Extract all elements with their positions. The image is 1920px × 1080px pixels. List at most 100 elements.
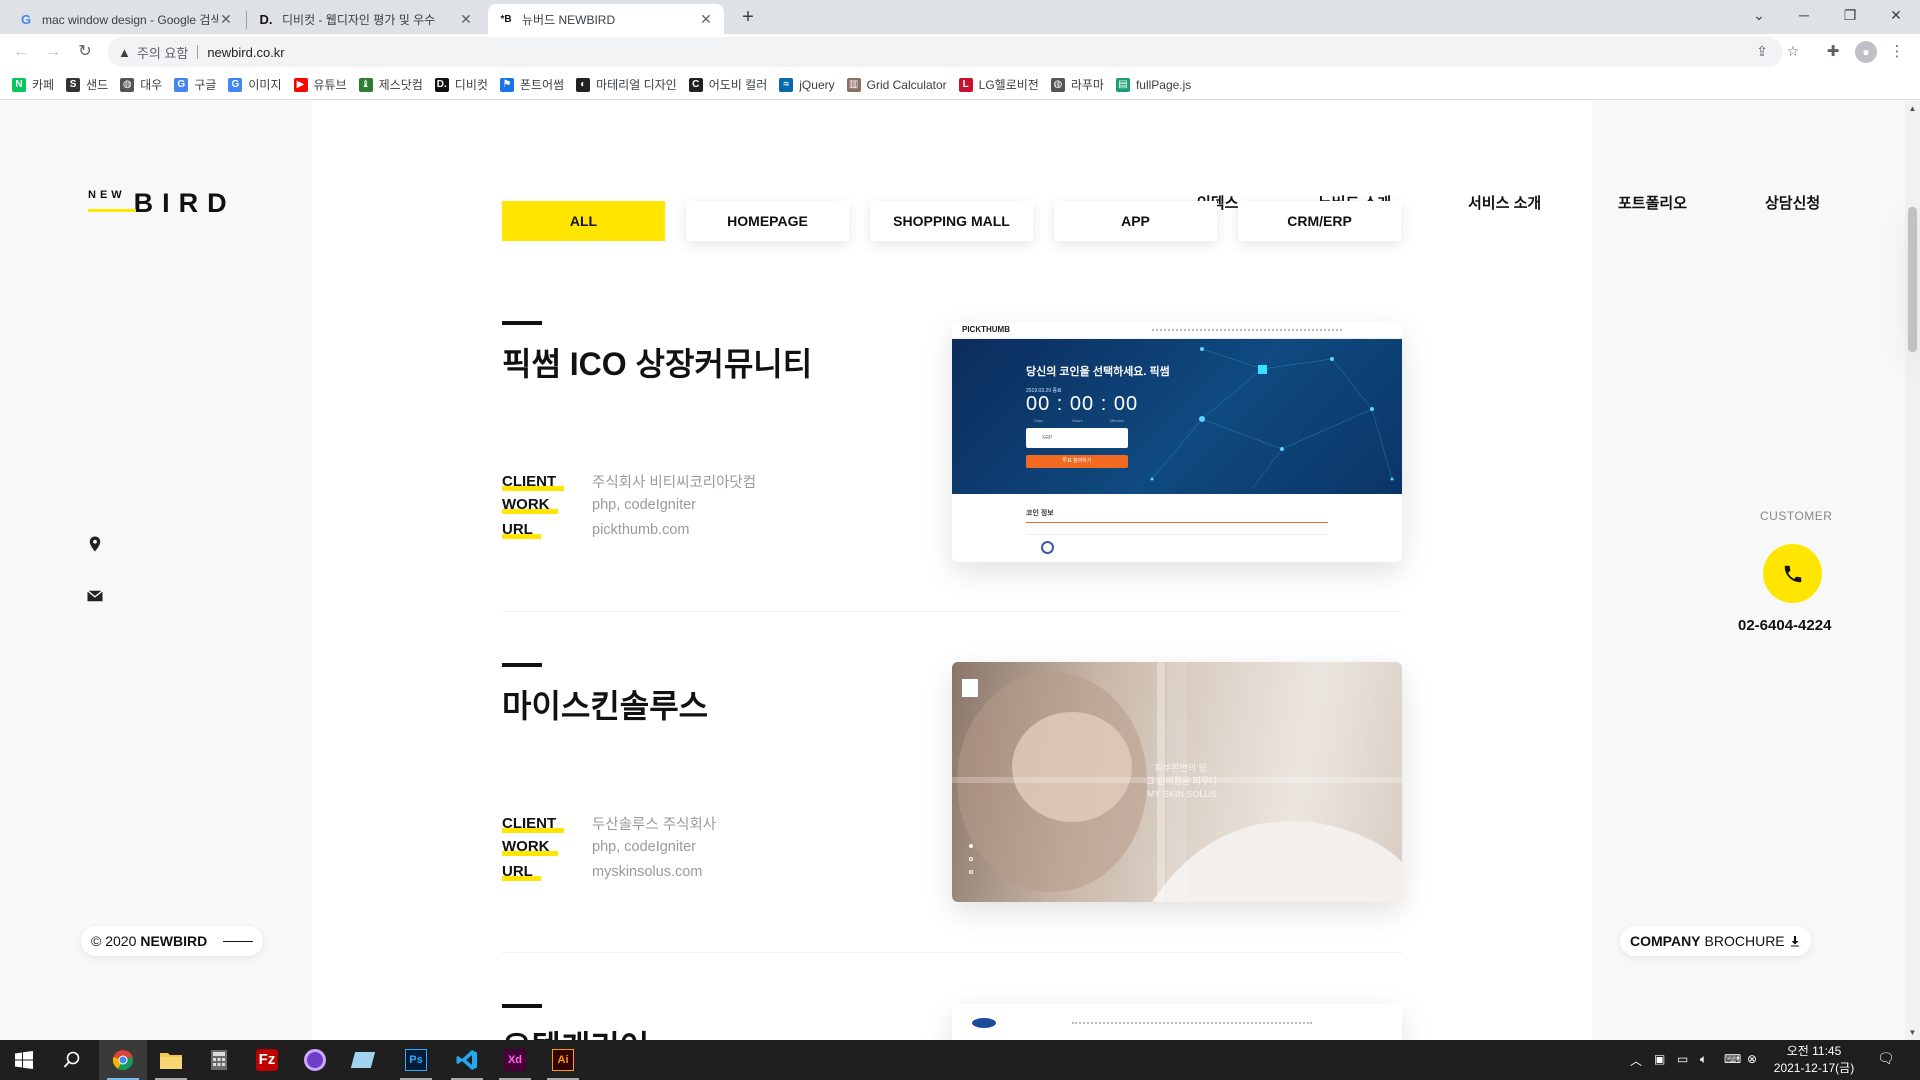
bookmark-item[interactable]: G 이미지 — [228, 76, 282, 93]
carrier-screenshot[interactable] — [952, 1004, 1402, 1040]
taskbar-notepad[interactable] — [339, 1040, 387, 1080]
slide-dot[interactable] — [969, 870, 973, 874]
url-value[interactable]: pickthumb.com — [592, 522, 690, 538]
taskbar-filezilla[interactable]: Fz — [243, 1040, 291, 1080]
close-window-button[interactable]: ✕ — [1873, 0, 1919, 30]
bookmark-item[interactable]: G 구글 — [174, 76, 216, 93]
search-button[interactable] — [48, 1040, 96, 1080]
restore-button[interactable]: ❐ — [1827, 0, 1873, 30]
close-tab-icon[interactable]: ✕ — [218, 11, 234, 28]
mail-icon[interactable] — [86, 587, 104, 605]
page-scrollbar[interactable]: ▲ ▼ — [1905, 101, 1920, 1040]
tray-device-icon[interactable]: ▣ — [1654, 1052, 1665, 1066]
nav-portfolio[interactable]: 포트폴리오 — [1618, 192, 1687, 213]
tab-search-icon[interactable]: ⌄ — [1736, 0, 1782, 30]
call-button[interactable] — [1763, 544, 1822, 603]
taskbar-calculator[interactable] — [195, 1040, 243, 1080]
myskinsolus-screenshot[interactable]: 피부본연의 힘, 그 신비함을 피우다 MY SKIN SOLUS — [952, 662, 1402, 902]
taskbar-illustrator[interactable]: Ai — [539, 1040, 587, 1080]
dbcut-favicon-icon: D. — [259, 11, 273, 27]
shot-headline: 당신의 코인을 선택하세요. 픽썸 — [1026, 366, 1170, 378]
share-icon[interactable]: ⇪ — [1752, 41, 1772, 61]
nav-consult[interactable]: 상담신청 — [1765, 192, 1820, 213]
system-clock[interactable]: 오전 11:45 2021-12-17(금) — [1766, 1043, 1862, 1077]
pickthumb-screenshot[interactable]: PICKTHUMB 당신의 코인을 선택하세요. 픽썸 2019.03.29 종… — [952, 322, 1402, 562]
bookmark-label: 폰트어썸 — [519, 78, 565, 92]
security-label: 주의 요함 — [136, 45, 189, 61]
bookmark-item[interactable]: S 샌드 — [66, 76, 108, 93]
bookmark-label: 구글 — [194, 78, 217, 92]
bookmark-favicon-icon: N — [12, 77, 26, 92]
taskbar-file-explorer[interactable] — [147, 1040, 195, 1080]
client-label: CLIENT — [502, 473, 557, 490]
client-value: 두산솔루스 주식회사 — [592, 817, 717, 833]
bookmark-item[interactable]: ▶ 유튜브 — [293, 76, 347, 93]
extensions-icon[interactable]: ✚ — [1822, 41, 1844, 63]
tab-google-search[interactable]: G mac window design - Google 검색 ✕ — [8, 4, 244, 34]
bookmark-star-icon[interactable]: ☆ — [1783, 41, 1803, 61]
close-tab-icon[interactable]: ✕ — [698, 11, 714, 28]
filter-crm-erp-button[interactable]: CRM/ERP — [1238, 201, 1401, 241]
start-button[interactable] — [0, 1040, 48, 1080]
company-brochure-button[interactable]: COMPANY BROCHURE — [1620, 926, 1811, 956]
tray-chevron-icon[interactable]: ︿ — [1630, 1052, 1642, 1069]
bookmark-item[interactable]: ⚑ 폰트어썸 — [499, 76, 565, 93]
bookmark-favicon-icon: ▥ — [846, 77, 861, 92]
filter-all-button[interactable]: ALL — [502, 201, 665, 241]
filter-homepage-button[interactable]: HOMEPAGE — [686, 201, 849, 241]
forward-button[interactable]: → — [42, 41, 64, 63]
tray-status-icon[interactable]: ⊗ — [1747, 1052, 1757, 1066]
bookmark-item[interactable]: ◐ 마테리얼 디자인 — [576, 76, 677, 93]
new-tab-button[interactable]: + — [737, 6, 759, 28]
minimize-button[interactable]: ─ — [1781, 0, 1827, 30]
chrome-menu-icon[interactable]: ⋮ — [1886, 41, 1908, 63]
warning-icon: ▲ — [118, 44, 131, 60]
close-tab-icon[interactable]: ✕ — [458, 11, 474, 28]
bookmark-favicon-icon: ⚑ — [499, 77, 514, 92]
taskbar-github[interactable] — [291, 1040, 339, 1080]
reload-button[interactable]: ↻ — [74, 41, 96, 63]
profile-avatar-icon[interactable]: ● — [1855, 41, 1877, 63]
bookmark-item[interactable]: D. 디비컷 — [434, 76, 488, 93]
bookmark-label: LG헬로비전 — [978, 78, 1039, 92]
bookmark-item[interactable]: N 카페 — [12, 76, 54, 93]
browser-tab-strip: G mac window design - Google 검색 ✕ D. 디비컷… — [0, 0, 1920, 34]
bookmark-item[interactable]: ▥ Grid Calculator — [846, 77, 947, 92]
bookmark-item[interactable]: ≈ jQuery — [779, 77, 835, 92]
bookmark-item[interactable]: ◍ 대우 — [120, 76, 162, 93]
bookmark-favicon-icon: ▤ — [1115, 77, 1130, 92]
url-value[interactable]: myskinsolus.com — [592, 864, 702, 880]
bookmark-item[interactable]: L LG헬로비전 — [958, 76, 1039, 93]
bookmark-item[interactable]: ♝ 제스닷컴 — [358, 76, 423, 93]
slide-dot[interactable] — [969, 857, 973, 861]
nav-services[interactable]: 서비스 소개 — [1468, 192, 1541, 213]
title-dash — [502, 321, 542, 325]
address-bar[interactable]: ▲ 주의 요함 newbird.co.kr — [108, 37, 1783, 67]
taskbar-chrome[interactable] — [99, 1040, 147, 1080]
notification-icon[interactable]: 🗨︎ — [1877, 1050, 1895, 1067]
location-pin-icon[interactable] — [86, 535, 104, 553]
ime-icon[interactable]: ⌨ — [1724, 1052, 1741, 1066]
scroll-down-icon[interactable]: ▼ — [1905, 1025, 1920, 1040]
phone-number[interactable]: 02-6404-4224 — [1738, 617, 1831, 634]
bookmark-item[interactable]: ◍ 라푸마 — [1050, 76, 1104, 93]
scrollbar-thumb[interactable] — [1908, 207, 1917, 352]
taskbar-xd[interactable]: Xd — [491, 1040, 539, 1080]
shot-hours: Hours — [1072, 418, 1083, 423]
filter-shopping-mall-button[interactable]: SHOPPING MALL — [870, 201, 1033, 241]
network-icon[interactable]: ▭ — [1677, 1052, 1688, 1066]
bookmark-item[interactable]: ▤ fullPage.js — [1115, 77, 1191, 92]
scroll-up-icon[interactable]: ▲ — [1905, 101, 1920, 116]
slide-dot[interactable] — [969, 844, 973, 848]
taskbar-photoshop[interactable]: Ps — [392, 1040, 440, 1080]
back-button[interactable]: ← — [10, 41, 32, 63]
bookmark-item[interactable]: C 어도비 컬러 — [688, 76, 767, 93]
volume-icon[interactable]: 🔈︎ — [1700, 1052, 1707, 1067]
taskbar-vscode[interactable] — [443, 1040, 491, 1080]
tab-newbird[interactable]: *B 뉴버드 NEWBIRD ✕ — [488, 4, 724, 34]
filter-app-button[interactable]: APP — [1054, 201, 1217, 241]
url-label: URL — [502, 521, 533, 538]
work-row: WORK php, codeIgniter — [502, 496, 696, 513]
newbird-logo[interactable]: NEW BIRD — [88, 188, 236, 219]
tab-dbcut[interactable]: D. 디비컷 - 웹디자인 평가 및 우수 ✕ — [248, 4, 484, 34]
